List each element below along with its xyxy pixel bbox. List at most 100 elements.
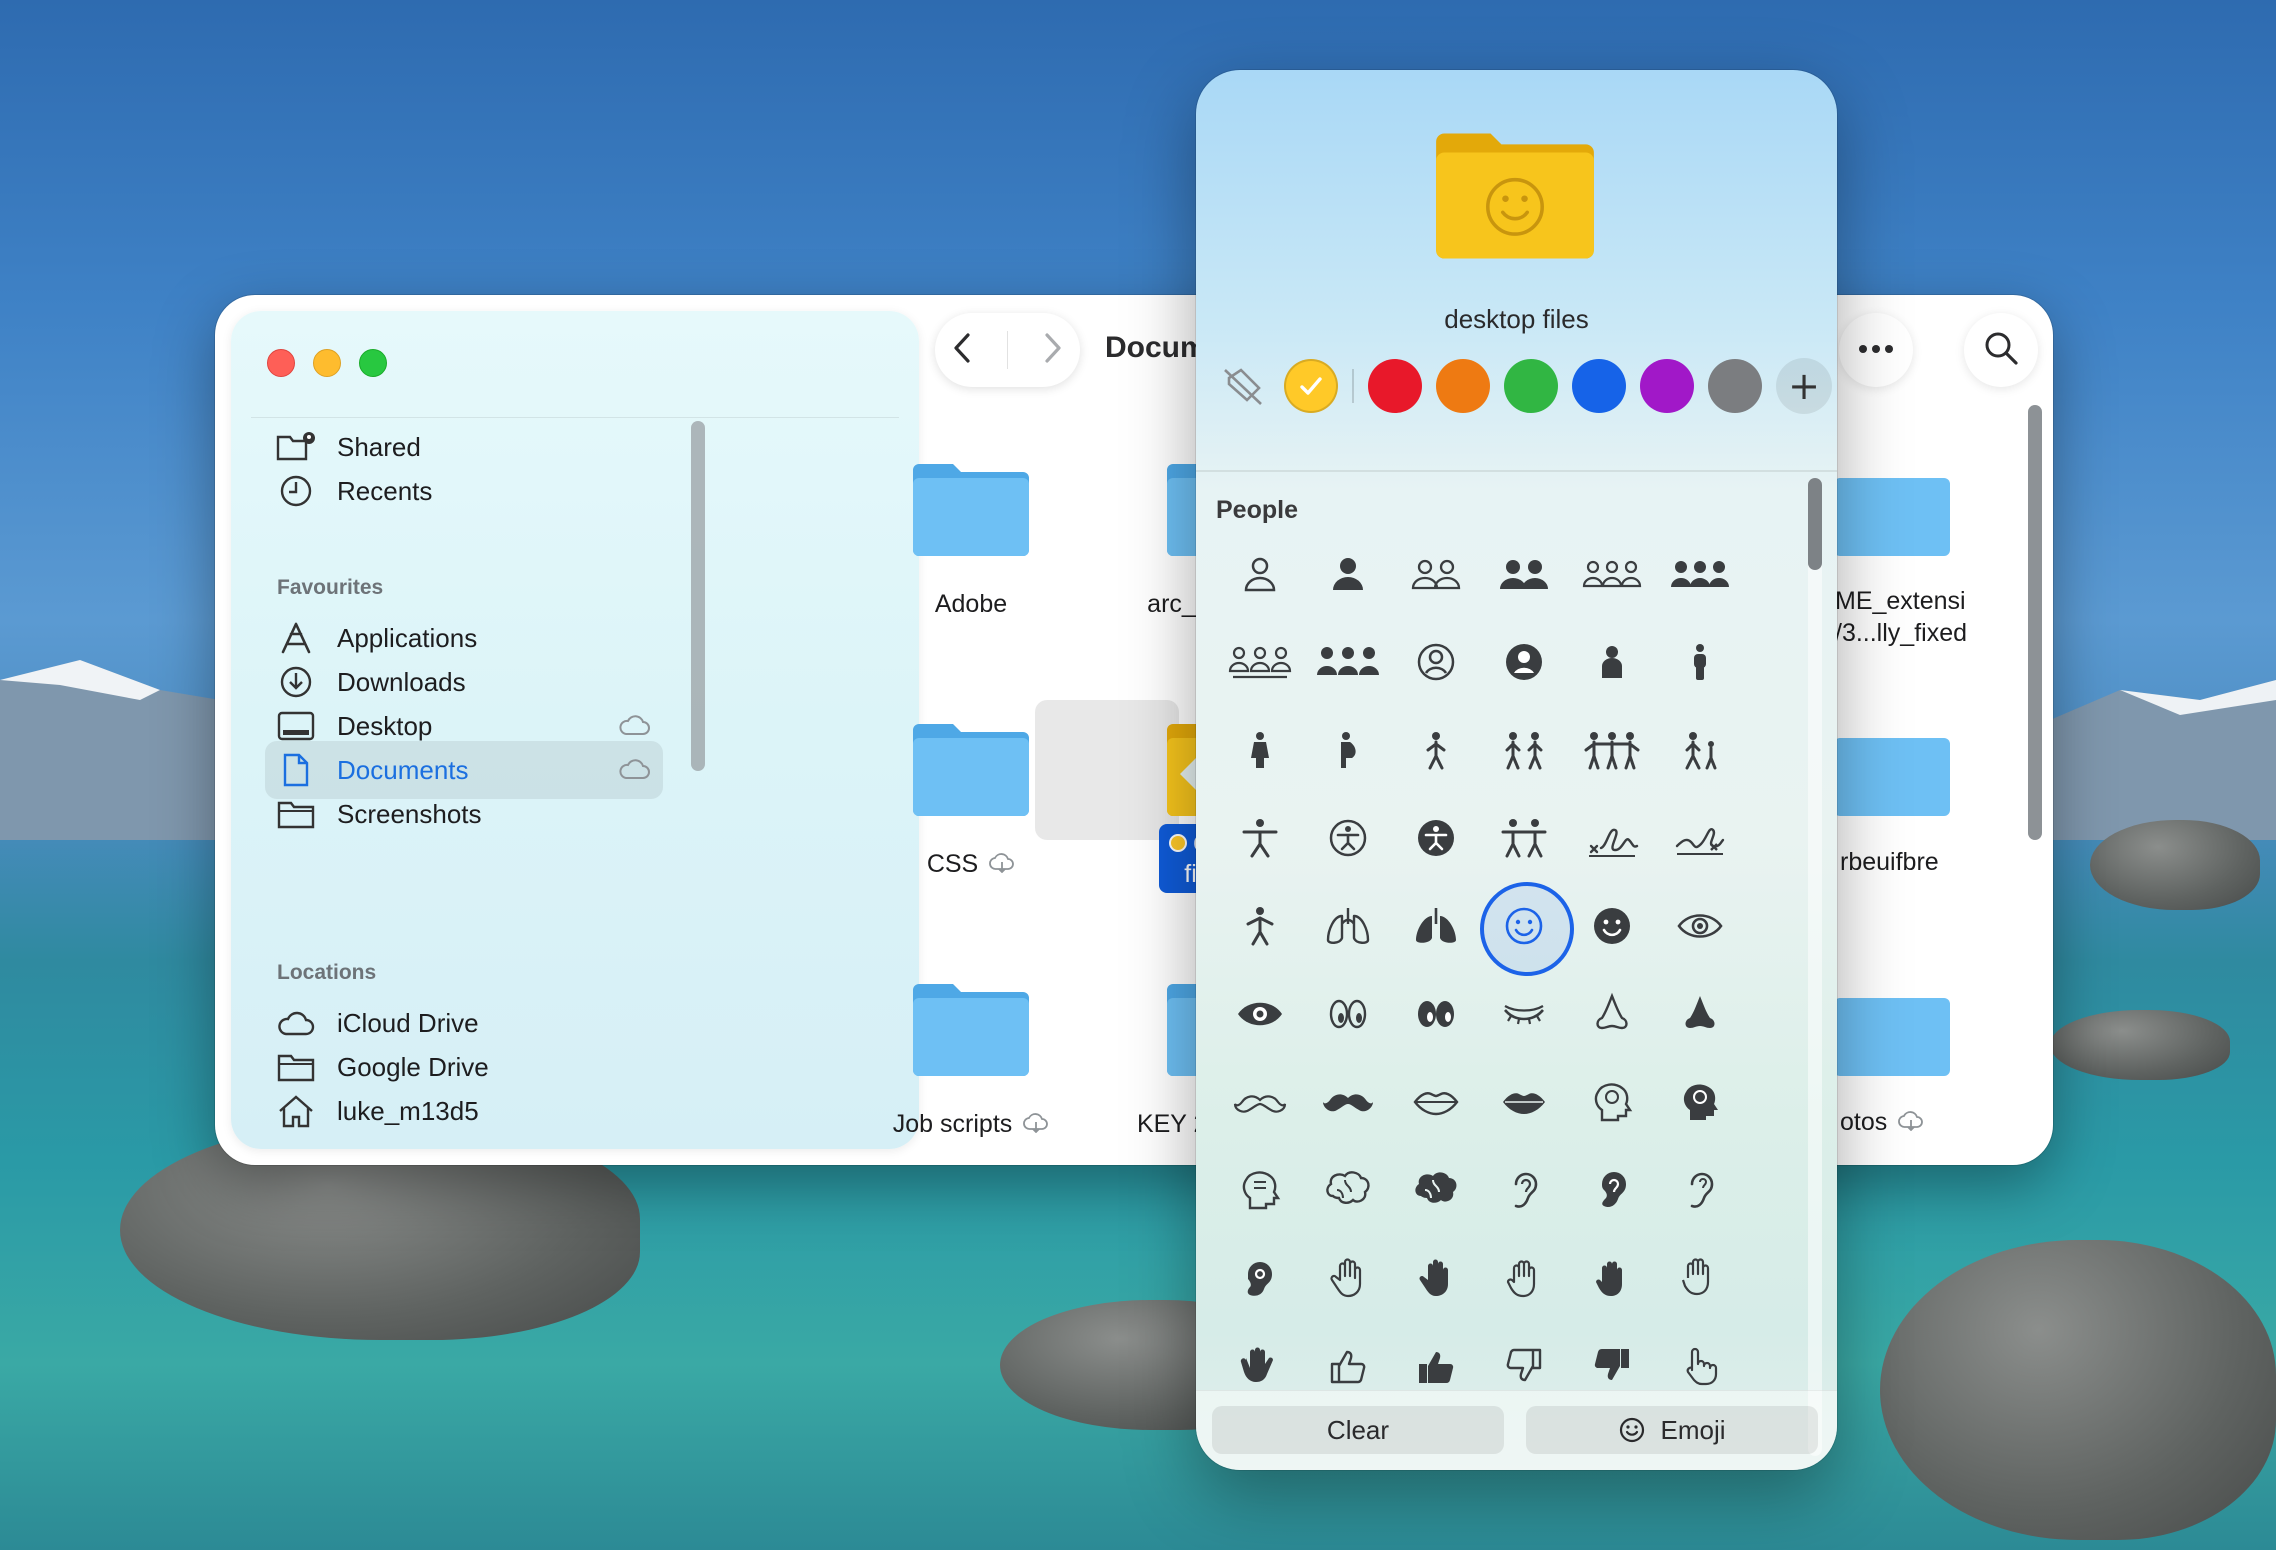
person-outline-icon[interactable]: [1216, 530, 1304, 618]
person-circle-fill-icon[interactable]: [1480, 618, 1568, 706]
mustache-outline-icon[interactable]: [1216, 1058, 1304, 1146]
head-brain-outline-icon[interactable]: [1568, 1058, 1656, 1146]
head-gear-icon[interactable]: [1216, 1146, 1304, 1234]
accessibility-fill-icon[interactable]: [1392, 794, 1480, 882]
folder-name-row: Job scripts: [851, 1108, 1091, 1141]
brain-fill-icon[interactable]: [1392, 1146, 1480, 1234]
pregnant-person-icon[interactable]: [1304, 706, 1392, 794]
raised-hand-outline-icon[interactable]: [1304, 1234, 1392, 1322]
person-circle-outline-icon[interactable]: [1392, 618, 1480, 706]
zoom-button[interactable]: [359, 349, 387, 377]
close-button[interactable]: [267, 349, 295, 377]
eye-closed-lashes-icon[interactable]: [1480, 970, 1568, 1058]
popover-scrollbar[interactable]: [1808, 478, 1822, 570]
hand-stop-fill-icon[interactable]: [1568, 1234, 1656, 1322]
back-icon[interactable]: [951, 331, 975, 370]
signature-alt-icon[interactable]: [1656, 794, 1744, 882]
smiley-outline-icon-selected[interactable]: [1480, 882, 1574, 976]
group-outline-icon[interactable]: [1216, 618, 1304, 706]
add-color-button[interactable]: +: [1776, 358, 1832, 414]
search-button[interactable]: [1964, 313, 2038, 387]
folder-icon[interactable]: [1830, 720, 1954, 820]
figure-arms-open-icon[interactable]: [1216, 794, 1304, 882]
brain-outline-icon[interactable]: [1304, 1146, 1392, 1234]
standing-person-icon[interactable]: [1656, 618, 1744, 706]
person-fill-icon[interactable]: [1304, 530, 1392, 618]
person-bust-icon[interactable]: [1568, 618, 1656, 706]
color-swatch-gray[interactable]: [1708, 359, 1762, 413]
eyes-fill-icon[interactable]: [1392, 970, 1480, 1058]
adult-child-icon[interactable]: [1656, 706, 1744, 794]
ellipsis-icon: [1858, 341, 1894, 359]
hand-stop-outline-icon[interactable]: [1480, 1234, 1568, 1322]
sidebar-item-label: Downloads: [337, 666, 466, 697]
eye-fill-icon[interactable]: [1216, 970, 1304, 1058]
group-fill-icon[interactable]: [1304, 618, 1392, 706]
mustache-fill-icon[interactable]: [1304, 1058, 1392, 1146]
three-people-outline-icon[interactable]: [1568, 530, 1656, 618]
smiley-fill-icon[interactable]: [1568, 882, 1656, 970]
shore-rock: [2090, 820, 2260, 910]
clear-button[interactable]: Clear: [1212, 1406, 1504, 1454]
head-brain-fill-icon[interactable]: [1656, 1058, 1744, 1146]
ear-fill-icon[interactable]: [1568, 1146, 1656, 1234]
eye-outline-icon[interactable]: [1656, 882, 1744, 970]
color-swatch-purple[interactable]: [1640, 359, 1694, 413]
sidebar-item-recents[interactable]: Recents: [265, 462, 663, 520]
signature-icon[interactable]: [1568, 794, 1656, 882]
home-icon: [275, 1094, 317, 1128]
eyes-outline-icon[interactable]: [1304, 970, 1392, 1058]
walking-figure-icon[interactable]: [1392, 706, 1480, 794]
emoji-button[interactable]: Emoji: [1526, 1406, 1818, 1454]
sidebar-scrollbar[interactable]: [691, 421, 705, 771]
folder-icon: [913, 464, 1029, 556]
raised-hand-fill-icon[interactable]: [1392, 1234, 1480, 1322]
color-swatch-yellow[interactable]: [1284, 359, 1338, 413]
two-people-outline-icon[interactable]: [1392, 530, 1480, 618]
desktop-icon: [275, 709, 317, 743]
sidebar-section-locations: Locations: [277, 961, 377, 984]
folder-job-scripts[interactable]: Job scripts: [851, 980, 1091, 1141]
folder-icon: [275, 797, 317, 831]
hand-wave-icon[interactable]: [1656, 1234, 1744, 1322]
color-swatch-green[interactable]: [1504, 359, 1558, 413]
folder-name-title: desktop files: [1444, 304, 1589, 334]
person-dress-icon[interactable]: [1216, 706, 1304, 794]
lungs-fill-icon[interactable]: [1392, 882, 1480, 970]
two-figures-icon[interactable]: [1480, 706, 1568, 794]
figure-stand-icon[interactable]: [1216, 882, 1304, 970]
main-scrollbar[interactable]: [2028, 405, 2042, 840]
remove-color-icon[interactable]: [1216, 359, 1270, 413]
three-figures-icon[interactable]: [1568, 706, 1656, 794]
lips-outline-icon[interactable]: [1392, 1058, 1480, 1146]
checkmark-icon: [1300, 377, 1322, 395]
color-swatch-red[interactable]: [1368, 359, 1422, 413]
color-swatch-blue[interactable]: [1572, 359, 1626, 413]
accessibility-outline-icon[interactable]: [1304, 794, 1392, 882]
shore-rock: [1880, 1240, 2276, 1540]
more-options-button[interactable]: [1839, 313, 1913, 387]
lungs-outline-icon[interactable]: [1304, 882, 1392, 970]
nose-fill-icon[interactable]: [1656, 970, 1744, 1058]
clear-button-label: Clear: [1326, 1414, 1390, 1445]
forward-icon[interactable]: [1040, 331, 1064, 370]
folder-icon[interactable]: [1830, 460, 1954, 560]
nose-outline-icon[interactable]: [1568, 970, 1656, 1058]
sidebar-item-label: Applications: [337, 622, 478, 653]
ear-solid-icon[interactable]: [1216, 1234, 1304, 1322]
sidebar-item-home[interactable]: luke_m13d5: [265, 1082, 663, 1140]
three-people-fill-icon[interactable]: [1656, 530, 1744, 618]
ear-outline-icon[interactable]: [1480, 1146, 1568, 1234]
lips-fill-icon[interactable]: [1480, 1058, 1568, 1146]
cloud-download-icon: [989, 849, 1015, 881]
folder-name: Adobe: [934, 590, 1008, 618]
folder-icon[interactable]: [1830, 980, 1954, 1080]
sidebar-item-screenshots[interactable]: Screenshots: [265, 785, 663, 843]
two-people-fill-icon[interactable]: [1480, 530, 1568, 618]
folder-adobe[interactable]: Adobe: [851, 460, 1091, 620]
two-figures-arms-open-icon[interactable]: [1480, 794, 1568, 882]
ear-hearing-icon[interactable]: [1656, 1146, 1744, 1234]
minimize-button[interactable]: [313, 349, 341, 377]
color-swatch-orange[interactable]: [1436, 359, 1490, 413]
shared-folder-icon: [275, 430, 317, 464]
